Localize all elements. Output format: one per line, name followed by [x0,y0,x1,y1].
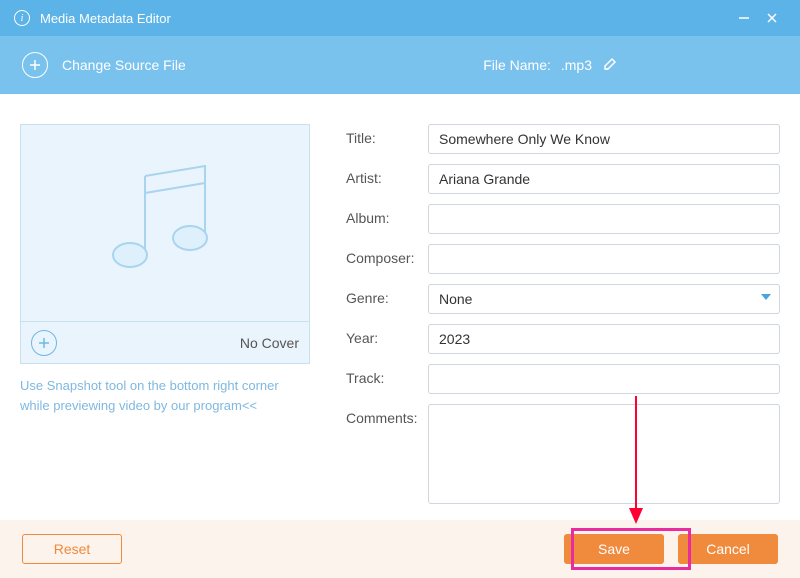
cover-box: No Cover [20,124,310,364]
cover-art-placeholder [21,125,309,321]
comments-input[interactable] [428,404,780,504]
cover-column: No Cover Use Snapshot tool on the bottom… [20,124,310,504]
snapshot-hint: Use Snapshot tool on the bottom right co… [20,376,290,416]
title-input[interactable] [428,124,780,154]
titlebar: i Media Metadata Editor [0,0,800,36]
label-composer: Composer: [346,244,422,266]
file-name-value: .mp3 [561,57,592,73]
metadata-form: Title: Artist: Album: Composer: Genre: Y… [346,124,780,504]
add-cover-button[interactable] [31,330,57,356]
composer-input[interactable] [428,244,780,274]
music-note-icon [100,158,230,288]
cancel-button[interactable]: Cancel [678,534,778,564]
label-artist: Artist: [346,164,422,186]
app-title: Media Metadata Editor [40,11,171,26]
change-source-icon[interactable] [22,52,48,78]
file-name-block: File Name: .mp3 [483,56,618,75]
label-year: Year: [346,324,422,346]
artist-input[interactable] [428,164,780,194]
minimize-button[interactable] [730,4,758,32]
reset-button[interactable]: Reset [22,534,122,564]
label-track: Track: [346,364,422,386]
label-album: Album: [346,204,422,226]
save-button[interactable]: Save [564,534,664,564]
file-name-label: File Name: [483,57,551,73]
cover-footer: No Cover [21,321,309,363]
change-source-label[interactable]: Change Source File [62,57,186,73]
close-button[interactable] [758,4,786,32]
label-title: Title: [346,124,422,146]
genre-select[interactable] [428,284,780,314]
year-input[interactable] [428,324,780,354]
toolbar: Change Source File File Name: .mp3 [0,36,800,94]
label-comments: Comments: [346,404,422,426]
no-cover-label: No Cover [240,335,299,351]
edit-filename-icon[interactable] [602,56,618,75]
album-input[interactable] [428,204,780,234]
footer: Reset Save Cancel [0,520,800,578]
info-icon: i [14,10,30,26]
content-area: No Cover Use Snapshot tool on the bottom… [0,94,800,504]
track-input[interactable] [428,364,780,394]
label-genre: Genre: [346,284,422,306]
